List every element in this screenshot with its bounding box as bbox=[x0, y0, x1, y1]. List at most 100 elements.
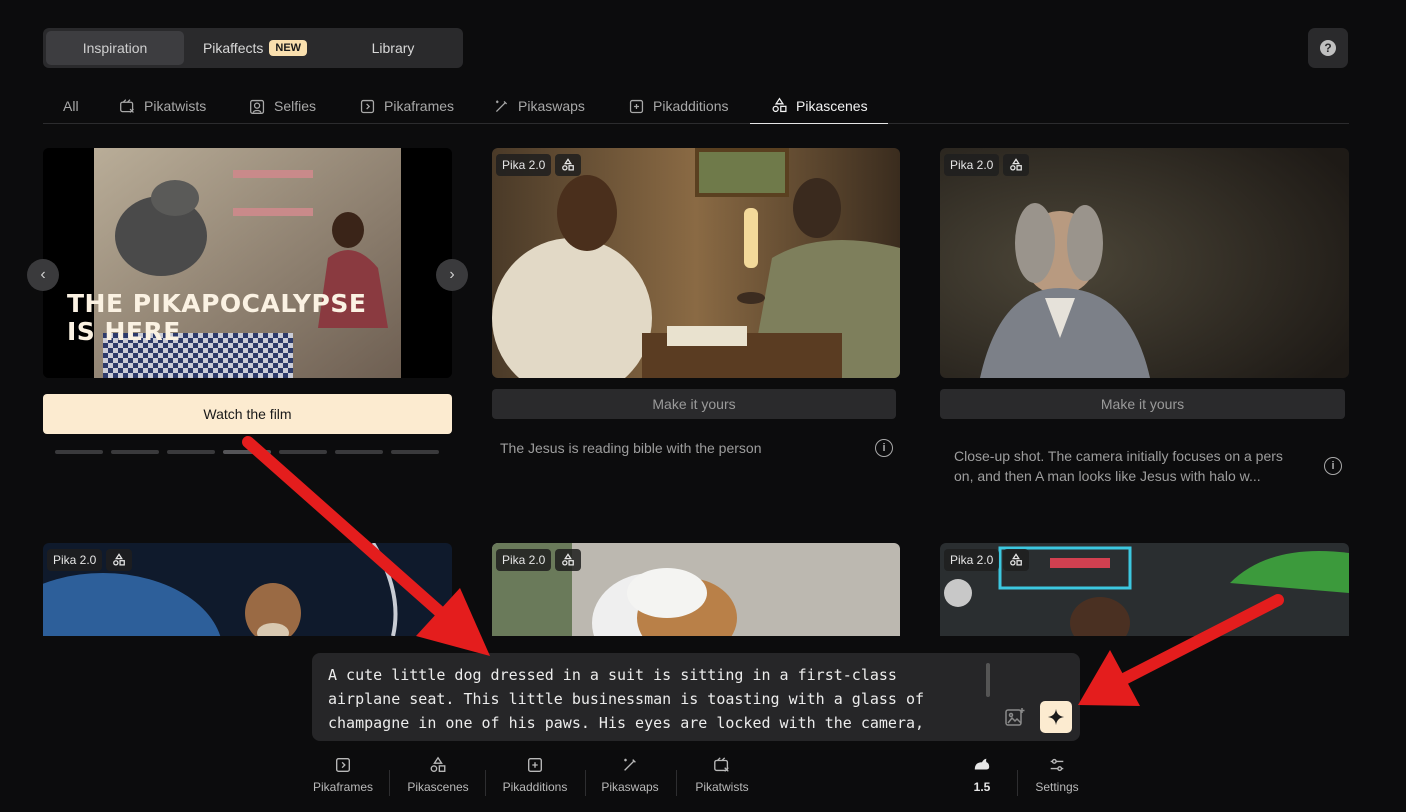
model-badge: Pika 2.0 bbox=[496, 154, 552, 176]
additions-icon bbox=[629, 99, 644, 113]
caption-line: Close-up shot. The camera initially focu… bbox=[954, 448, 1283, 464]
category-all[interactable]: All bbox=[63, 88, 79, 124]
prompt-box[interactable]: A cute little dog dressed in a suit is s… bbox=[312, 653, 1080, 741]
selfie-icon bbox=[250, 99, 265, 114]
tab-library[interactable]: Library bbox=[326, 31, 460, 65]
model-badge: Pika 2.0 bbox=[944, 549, 1000, 571]
info-icon[interactable]: i bbox=[875, 439, 893, 457]
toolbar-pikadditions[interactable]: Pikadditions bbox=[499, 756, 571, 802]
model-chip: Pika 2.0 bbox=[944, 549, 1030, 571]
category-label: Pikascenes bbox=[796, 97, 868, 114]
chevron-left-icon: ‹ bbox=[40, 266, 46, 283]
help-button[interactable]: ? bbox=[1308, 28, 1348, 68]
prompt-line: airplane seat. This little businessman i… bbox=[328, 690, 925, 708]
carousel-dot[interactable] bbox=[335, 450, 383, 454]
category-pikatwists[interactable]: Pikatwists bbox=[119, 88, 206, 124]
toolbar-label: Pikascenes bbox=[407, 780, 469, 794]
carousel-dot[interactable] bbox=[167, 450, 215, 454]
card-caption: The Jesus is reading bible with the pers… bbox=[500, 440, 762, 456]
card-franklin[interactable]: Pika 2.0 bbox=[940, 148, 1349, 378]
carousel-dots bbox=[55, 450, 439, 454]
toolbar-pikaswaps[interactable]: Pikaswaps bbox=[598, 756, 662, 802]
model-chip: Pika 2.0 bbox=[944, 154, 1030, 176]
toolbar-label: Settings bbox=[1035, 780, 1079, 794]
carousel-dot[interactable] bbox=[223, 450, 271, 454]
image-upload-icon[interactable] bbox=[1004, 706, 1026, 728]
carousel-dot[interactable] bbox=[279, 450, 327, 454]
carousel-dot[interactable] bbox=[111, 450, 159, 454]
carousel-prev-button[interactable]: ‹ bbox=[27, 259, 59, 291]
category-pikaswaps[interactable]: Pikaswaps bbox=[493, 88, 585, 124]
shapes-icon bbox=[430, 756, 446, 772]
frames-icon bbox=[336, 758, 350, 772]
make-it-yours-button[interactable]: Make it yours bbox=[492, 389, 896, 419]
sparkle-icon bbox=[1047, 708, 1065, 726]
carousel-dot[interactable] bbox=[55, 450, 103, 454]
wand-icon bbox=[624, 758, 636, 771]
model-chip: Pika 2.0 bbox=[496, 549, 582, 571]
carousel-next-button[interactable]: › bbox=[436, 259, 468, 291]
category-pikaframes[interactable]: Pikaframes bbox=[359, 88, 454, 124]
category-pikascenes[interactable]: Pikascenes bbox=[750, 88, 888, 124]
shapes-icon bbox=[1003, 154, 1030, 176]
category-tabs: All Pikatwists Selfies Pikaframes Pikasw… bbox=[43, 88, 1349, 124]
caption-line: on, and then A man looks like Jesus with… bbox=[954, 468, 1261, 484]
hero-banner[interactable]: THE PIKAPOCALYPSE IS HERE bbox=[43, 148, 452, 378]
model-chip: Pika 2.0 bbox=[47, 549, 133, 571]
shapes-icon bbox=[555, 154, 582, 176]
twist-icon bbox=[120, 98, 134, 113]
new-badge: NEW bbox=[269, 40, 308, 56]
model-badge: Pika 2.0 bbox=[496, 549, 552, 571]
toolbar-pikaframes[interactable]: Pikaframes bbox=[310, 756, 376, 802]
toolbar-pikatwists[interactable]: Pikatwists bbox=[690, 756, 754, 802]
wand-icon bbox=[495, 100, 508, 112]
card-space-dog[interactable]: Pika 2.0 bbox=[43, 543, 452, 636]
card-thumbnail bbox=[492, 148, 900, 378]
prompt-input[interactable]: A cute little dog dressed in a suit is s… bbox=[328, 663, 978, 735]
card-jesus-reading[interactable]: Pika 2.0 bbox=[492, 148, 900, 378]
prompt-scrollbar[interactable] bbox=[986, 663, 990, 697]
tab-inspiration[interactable]: Inspiration bbox=[46, 31, 184, 65]
tab-pikaffects[interactable]: Pikaffects NEW bbox=[184, 31, 326, 65]
shapes-icon bbox=[555, 549, 582, 571]
category-label: Pikadditions bbox=[653, 98, 729, 114]
generate-button[interactable] bbox=[1040, 701, 1072, 733]
toolbar-divider bbox=[485, 770, 486, 796]
card-thumbnail bbox=[940, 148, 1349, 378]
toolbar-pikascenes[interactable]: Pikascenes bbox=[404, 756, 472, 802]
model-version-label: 1.5 bbox=[973, 780, 991, 794]
toolbar-label: Pikaswaps bbox=[601, 780, 659, 794]
hero-title-line: IS HERE bbox=[67, 317, 181, 346]
category-label: Pikaframes bbox=[384, 98, 455, 114]
card-caption: Close-up shot. The camera initially focu… bbox=[954, 446, 1314, 486]
shapes-icon bbox=[106, 549, 133, 571]
category-selfies[interactable]: Selfies bbox=[249, 88, 316, 124]
category-label: Pikaswaps bbox=[518, 98, 585, 114]
twist-icon bbox=[714, 757, 729, 772]
info-glyph: i bbox=[1331, 460, 1335, 472]
model-badge: Pika 2.0 bbox=[944, 154, 1000, 176]
rabbit-icon bbox=[974, 758, 990, 770]
hero-title: THE PIKAPOCALYPSE IS HERE bbox=[67, 290, 366, 346]
category-label: Pikatwists bbox=[144, 98, 207, 114]
model-version-selector[interactable]: 1.5 bbox=[962, 756, 1002, 802]
toolbar-label: Pikatwists bbox=[695, 780, 749, 794]
toolbar-divider bbox=[1017, 770, 1018, 796]
carousel-dot[interactable] bbox=[391, 450, 439, 454]
hero-title-line: THE PIKAPOCALYPSE bbox=[67, 289, 367, 318]
card-bandaged-dog[interactable]: Pika 2.0 bbox=[492, 543, 900, 636]
toolbar-settings[interactable]: Settings bbox=[1030, 756, 1084, 802]
toolbar-divider bbox=[389, 770, 390, 796]
info-icon[interactable]: i bbox=[1324, 457, 1342, 475]
watch-film-button[interactable]: Watch the film bbox=[43, 394, 452, 434]
card-office-dog[interactable]: Pika 2.0 bbox=[940, 543, 1349, 636]
top-tab-bar: Inspiration Pikaffects NEW Library bbox=[43, 28, 463, 68]
model-badge: Pika 2.0 bbox=[47, 549, 103, 571]
toolbar-label: Pikadditions bbox=[502, 780, 568, 794]
shapes-icon bbox=[772, 97, 787, 113]
category-pikadditions[interactable]: Pikadditions bbox=[628, 88, 729, 124]
make-it-yours-button[interactable]: Make it yours bbox=[940, 389, 1345, 419]
shapes-icon bbox=[1003, 549, 1030, 571]
toolbar-label: Pikaframes bbox=[312, 780, 374, 794]
toolbar-divider bbox=[585, 770, 586, 796]
